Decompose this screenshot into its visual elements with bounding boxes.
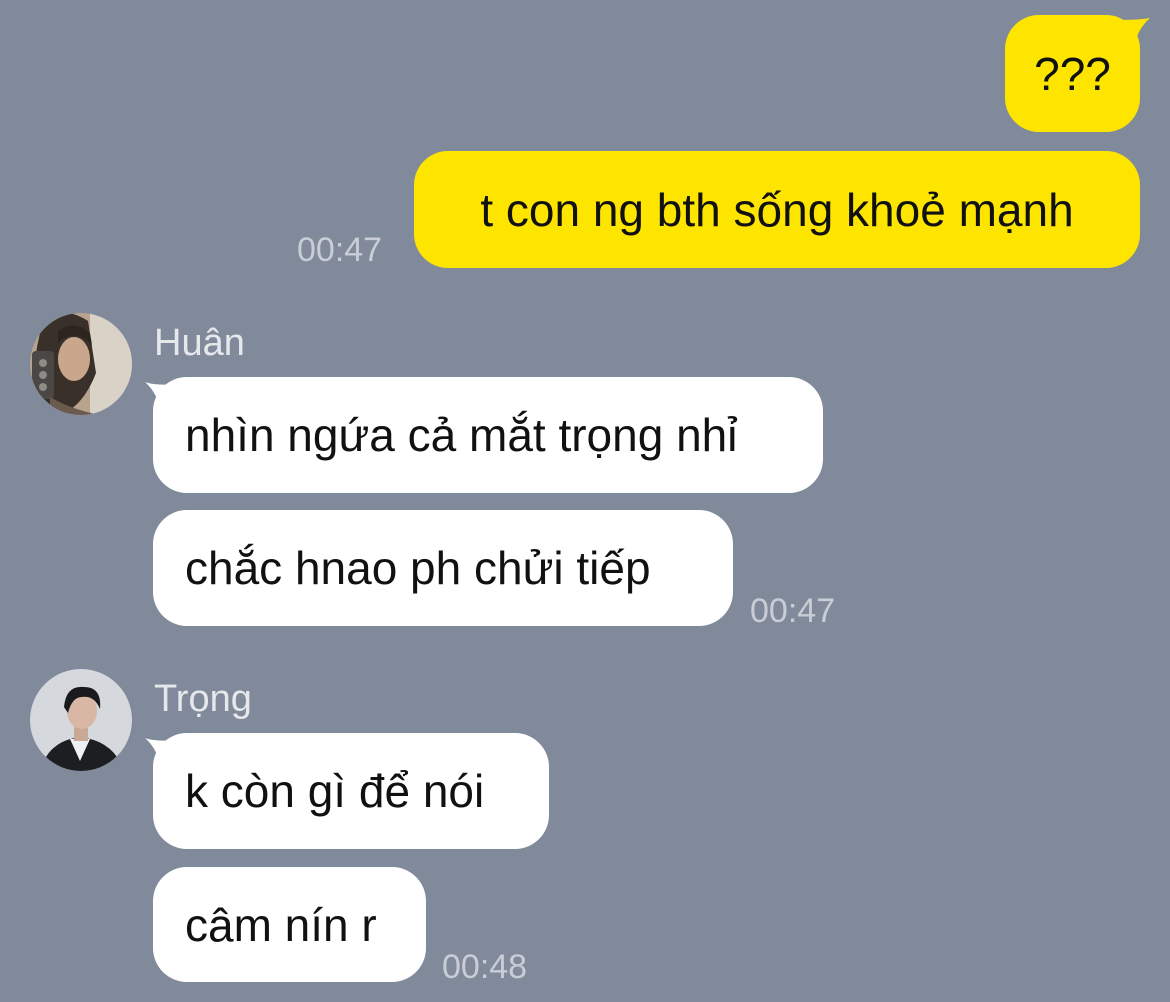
message-text: câm nín r [185,898,377,951]
message-text: k còn gì để nói [185,765,485,817]
user-avatar-photo-icon [30,669,132,771]
user-avatar-photo-icon [30,313,132,415]
message-text: t con ng bth sống khoẻ mạnh [480,183,1074,236]
outgoing-message-bubble[interactable]: t con ng bth sống khoẻ mạnh [414,151,1140,268]
message-timestamp: 00:47 [297,231,383,269]
message-timestamp: 00:48 [442,948,528,986]
incoming-message-bubble[interactable]: câm nín r [153,867,426,982]
message-timestamp: 00:47 [750,592,836,630]
chat-message-list[interactable]: ??? t con ng bth sống khoẻ mạnh 00:47 Hu… [0,0,1170,1002]
message-text: nhìn ngứa cả mắt trọng nhỉ [185,409,738,461]
sender-name: Trọng [154,678,252,720]
sender-avatar-trong[interactable] [30,669,132,771]
sender-avatar-huan[interactable] [30,313,132,415]
sender-name: Huân [154,322,245,364]
outgoing-message-bubble[interactable]: ??? [1005,15,1140,132]
incoming-message-bubble[interactable]: chắc hnao ph chửi tiếp [153,510,733,626]
message-text: ??? [1034,47,1111,100]
message-text: chắc hnao ph chửi tiếp [185,542,651,594]
incoming-message-bubble[interactable]: k còn gì để nói [153,733,549,849]
incoming-message-bubble[interactable]: nhìn ngứa cả mắt trọng nhỉ [153,377,823,493]
